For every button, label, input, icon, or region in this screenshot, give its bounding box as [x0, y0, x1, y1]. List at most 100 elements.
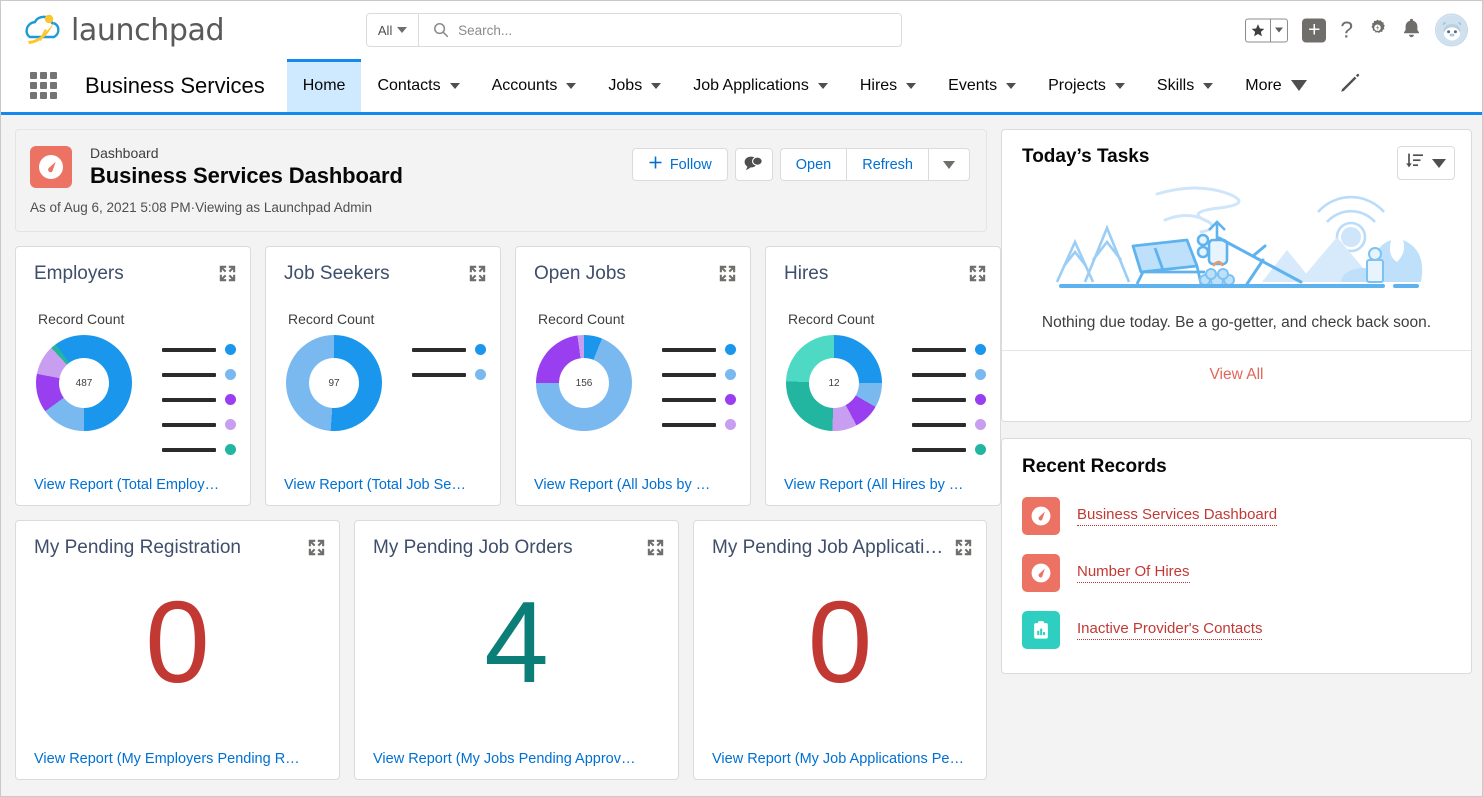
legend-item[interactable]	[162, 437, 236, 457]
tab-accounts[interactable]: Accounts	[476, 59, 593, 112]
expand-icon[interactable]	[969, 265, 986, 287]
expand-icon[interactable]	[308, 539, 325, 561]
question-mark-icon[interactable]: ?	[1340, 17, 1353, 44]
view-report-link[interactable]: View Report (My Job Applications Pen…	[712, 751, 972, 767]
tab-events[interactable]: Events	[932, 59, 1032, 112]
list-item[interactable]: Number Of Hires	[1022, 554, 1451, 592]
tasks-empty-message: Nothing due today. Be a go-getter, and c…	[1041, 314, 1432, 331]
legend-color-dot	[975, 419, 986, 430]
legend-label-redacted	[162, 347, 216, 352]
app-launcher-button[interactable]	[23, 59, 63, 112]
chevron-down-icon[interactable]	[566, 82, 577, 89]
expand-icon[interactable]	[469, 265, 486, 287]
legend-item[interactable]	[662, 362, 736, 387]
tab-home[interactable]: Home	[286, 59, 362, 112]
triangle-down-icon[interactable]	[1290, 80, 1307, 91]
chevron-down-icon[interactable]	[906, 82, 917, 89]
recent-record-link[interactable]: Inactive Provider's Contacts	[1077, 620, 1263, 640]
tab-job-applications[interactable]: Job Applications	[677, 59, 844, 112]
donut-chart[interactable]: 156	[536, 335, 632, 431]
app-logo[interactable]: launchpad	[23, 11, 225, 49]
dashboard-more-button[interactable]	[928, 148, 970, 181]
legend-label-redacted	[662, 347, 716, 352]
tab-jobs[interactable]: Jobs	[592, 59, 677, 112]
chevron-down-icon[interactable]	[1114, 82, 1125, 89]
legend-item[interactable]	[912, 337, 986, 362]
open-button[interactable]: Open	[779, 148, 847, 181]
search-scope-select[interactable]: All	[367, 14, 420, 46]
legend-label-redacted	[162, 372, 216, 377]
tab-contacts[interactable]: Contacts	[361, 59, 475, 112]
search-input[interactable]: Search...	[458, 23, 512, 38]
legend-item[interactable]	[162, 337, 236, 362]
expand-icon[interactable]	[647, 539, 664, 561]
donut-chart[interactable]: 487	[36, 335, 132, 431]
view-report-link[interactable]: View Report (Total Job Se…	[284, 477, 486, 493]
app-name[interactable]: Business Services	[63, 59, 287, 112]
legend-color-dot	[975, 444, 986, 455]
tasks-sort-button[interactable]	[1397, 146, 1455, 180]
chevron-down-icon[interactable]	[1203, 82, 1214, 89]
avatar[interactable]	[1435, 13, 1468, 47]
legend-item[interactable]	[912, 437, 986, 457]
recent-record-link[interactable]: Number Of Hires	[1077, 563, 1190, 583]
legend-item[interactable]	[912, 362, 986, 387]
chevron-down-icon[interactable]	[449, 82, 460, 89]
donut-center-value: 156	[559, 358, 609, 408]
favorites-group[interactable]	[1245, 18, 1289, 42]
tab-projects[interactable]: Projects	[1032, 59, 1141, 112]
chart-title: Employers	[34, 263, 124, 284]
favorites-chevron-down-icon[interactable]	[1270, 19, 1287, 41]
view-report-link[interactable]: View Report (All Jobs by …	[534, 477, 736, 493]
tab-more[interactable]: More	[1229, 59, 1322, 112]
donut-chart[interactable]: 97	[286, 335, 382, 431]
chatter-button[interactable]	[734, 148, 773, 181]
legend-label-redacted	[912, 422, 966, 427]
star-icon[interactable]	[1246, 19, 1270, 41]
chart-card-open-jobs: Open Jobs Record Count 156 View Report (…	[515, 246, 751, 506]
chevron-down-icon[interactable]	[817, 82, 828, 89]
follow-button[interactable]: Follow	[631, 148, 728, 181]
view-report-link[interactable]: View Report (My Jobs Pending Approv…	[373, 751, 664, 767]
legend-item[interactable]	[162, 387, 236, 412]
bell-icon[interactable]	[1402, 17, 1421, 43]
view-report-link[interactable]: View Report (Total Employ…	[34, 477, 236, 493]
edit-nav-button[interactable]	[1323, 59, 1381, 112]
recent-records-card: Recent Records Business Services Dashboa…	[1001, 438, 1472, 674]
tab-hires[interactable]: Hires	[844, 59, 932, 112]
expand-icon[interactable]	[955, 539, 972, 561]
gear-icon[interactable]	[1367, 17, 1388, 43]
tab-skills[interactable]: Skills	[1141, 59, 1229, 112]
chevron-down-icon[interactable]	[1006, 82, 1017, 89]
legend-item[interactable]	[162, 412, 236, 437]
legend-item[interactable]	[912, 412, 986, 437]
list-item[interactable]: Business Services Dashboard	[1022, 497, 1451, 535]
search-box[interactable]: All Search...	[366, 13, 903, 47]
recent-record-link[interactable]: Business Services Dashboard	[1077, 506, 1278, 526]
expand-icon[interactable]	[719, 265, 736, 287]
legend-item[interactable]	[662, 412, 736, 437]
legend-color-dot	[725, 369, 736, 380]
donut-chart[interactable]: 12	[786, 335, 882, 431]
list-item[interactable]: Inactive Provider's Contacts	[1022, 611, 1451, 649]
legend-item[interactable]	[662, 387, 736, 412]
tab-jobs-label: Jobs	[608, 76, 643, 94]
legend-item[interactable]	[412, 337, 486, 362]
view-report-link[interactable]: View Report (My Employers Pending R…	[34, 751, 325, 767]
legend-item[interactable]	[912, 387, 986, 412]
legend-item[interactable]	[412, 362, 486, 387]
report-clipboard-icon	[1022, 611, 1060, 649]
refresh-button[interactable]: Refresh	[846, 148, 928, 181]
tab-home-label: Home	[302, 76, 346, 94]
legend-color-dot	[225, 444, 236, 455]
page-content: Dashboard Business Services Dashboard As…	[1, 115, 1482, 796]
expand-icon[interactable]	[219, 265, 236, 287]
chevron-down-icon[interactable]	[651, 82, 662, 89]
legend-item[interactable]	[662, 337, 736, 362]
dashboard-gauge-icon	[1022, 554, 1060, 592]
add-button[interactable]: +	[1302, 18, 1327, 42]
view-report-link[interactable]: View Report (All Hires by …	[784, 477, 986, 493]
tasks-view-all-link[interactable]: View All	[1002, 350, 1471, 398]
legend-item[interactable]	[162, 362, 236, 387]
chevron-down-icon	[943, 160, 955, 169]
